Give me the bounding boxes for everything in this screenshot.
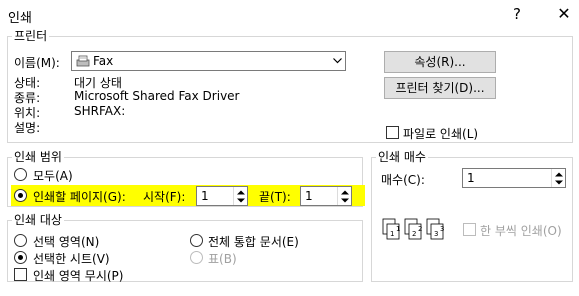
properties-button[interactable]: 속성(R)... — [384, 51, 496, 73]
spin-up-icon — [237, 190, 245, 195]
title-bar — [0, 0, 579, 30]
svg-text:1: 1 — [396, 225, 400, 233]
comment-label: 설명: — [14, 121, 41, 135]
type-value: Microsoft Shared Fax Driver — [74, 89, 240, 103]
svg-text:1: 1 — [390, 230, 394, 238]
printer-name-value: Fax — [93, 54, 114, 68]
to-value[interactable]: 1 — [305, 189, 313, 203]
copies-number-label: 매수(C): — [381, 173, 425, 187]
collate-checkbox[interactable] — [463, 223, 476, 236]
collate-label: 한 부씩 인쇄(O) — [480, 224, 562, 238]
copies-legend: 인쇄 매수 — [378, 150, 426, 164]
table-label: 표(B) — [208, 252, 237, 266]
selection-radio[interactable] — [14, 234, 27, 247]
pages-radio[interactable] — [14, 189, 27, 202]
collate-pages-icon: 1 2 3 1 2 3 — [381, 216, 461, 246]
all-pages-label[interactable]: 모두(A) — [33, 167, 73, 184]
copies-spinner[interactable]: 1 — [462, 168, 566, 188]
ignore-print-areas-checkbox[interactable] — [14, 268, 27, 281]
copies-spinner-buttons[interactable] — [551, 169, 565, 187]
spin-down-icon — [237, 198, 245, 203]
find-printer-button[interactable]: 프린터 찾기(D)... — [384, 77, 496, 99]
printer-name-label: 이름(M): — [14, 56, 60, 70]
print-to-file-checkbox[interactable] — [386, 126, 399, 139]
close-button[interactable]: ✕ — [552, 3, 576, 25]
entire-workbook-radio[interactable] — [190, 234, 203, 247]
spin-up-icon — [341, 190, 349, 195]
spin-down-icon — [555, 180, 563, 185]
table-radio[interactable] — [190, 251, 203, 264]
printer-group-legend: 프린터 — [14, 29, 48, 43]
to-spinner-buttons[interactable] — [337, 187, 351, 205]
svg-text:3: 3 — [440, 225, 444, 233]
print-range-legend: 인쇄 범위 — [14, 150, 62, 164]
ignore-print-areas-label[interactable]: 인쇄 영역 무시(P) — [33, 267, 123, 284]
entire-workbook-label[interactable]: 전체 통합 문서(E) — [208, 233, 299, 250]
print-to-file-label[interactable]: 파일로 인쇄(L) — [403, 125, 478, 142]
help-button[interactable]: ? — [505, 3, 529, 25]
svg-text:2: 2 — [418, 225, 422, 233]
from-spinner-buttons[interactable] — [233, 187, 247, 205]
spin-down-icon — [341, 198, 349, 203]
all-pages-radio[interactable] — [14, 168, 27, 181]
copies-number-value[interactable]: 1 — [467, 171, 475, 185]
from-spinner[interactable]: 1 — [196, 186, 248, 206]
pages-label[interactable]: 인쇄할 페이지(G): — [33, 188, 126, 205]
to-spinner[interactable]: 1 — [300, 186, 352, 206]
dialog-title: 인쇄 — [8, 11, 32, 26]
printer-name-combo[interactable]: Fax — [71, 51, 346, 71]
printer-icon — [76, 55, 90, 67]
svg-text:2: 2 — [412, 230, 416, 238]
print-what-legend: 인쇄 대상 — [14, 213, 62, 227]
selection-label[interactable]: 선택 영역(N) — [33, 233, 99, 250]
spin-up-icon — [555, 172, 563, 177]
svg-text:3: 3 — [434, 230, 438, 238]
chevron-down-icon[interactable] — [328, 52, 345, 70]
active-sheets-label[interactable]: 선택한 시트(V) — [33, 250, 110, 267]
to-label: 끝(T): — [259, 190, 291, 204]
from-value[interactable]: 1 — [201, 189, 209, 203]
from-label: 시작(F): — [143, 190, 186, 204]
active-sheets-radio[interactable] — [14, 251, 27, 264]
where-value: SHRFAX: — [74, 104, 126, 118]
